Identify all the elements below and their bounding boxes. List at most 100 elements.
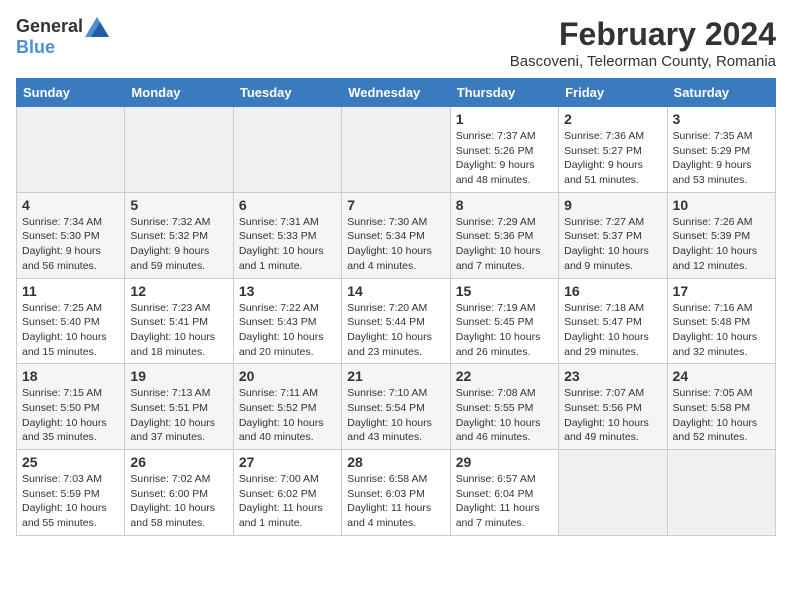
calendar-week-3: 11Sunrise: 7:25 AM Sunset: 5:40 PM Dayli… <box>17 278 776 364</box>
page-subtitle: Bascoveni, Teleorman County, Romania <box>510 53 776 70</box>
calendar-cell: 27 Sunrise: 7:00 AM Sunset: 6:02 PM Dayli… <box>233 450 341 536</box>
calendar-cell: 22 Sunrise: 7:08 AM Sunset: 5:55 PM Dayli… <box>450 364 558 450</box>
day-info: Sunrise: 7:03 AM Sunset: 5:59 PM Dayligh… <box>22 472 119 531</box>
day-number: 26 <box>130 454 227 470</box>
calendar-cell <box>342 107 450 193</box>
day-number: 28 <box>347 454 444 470</box>
calendar-table: SundayMondayTuesdayWednesdayThursdayFrid… <box>16 78 776 536</box>
calendar-cell: 3 Sunrise: 7:35 AM Sunset: 5:29 PM Daylig… <box>667 107 775 193</box>
calendar-cell: 25 Sunrise: 7:03 AM Sunset: 5:59 PM Dayli… <box>17 450 125 536</box>
calendar-header-monday: Monday <box>125 79 233 107</box>
day-info: Sunrise: 7:35 AM Sunset: 5:29 PM Dayligh… <box>673 129 770 188</box>
calendar-cell: 15 Sunrise: 7:19 AM Sunset: 5:45 PM Dayli… <box>450 278 558 364</box>
day-number: 12 <box>130 283 227 299</box>
day-info: Sunrise: 7:19 AM Sunset: 5:45 PM Dayligh… <box>456 301 553 360</box>
day-number: 15 <box>456 283 553 299</box>
calendar-cell: 17 Sunrise: 7:16 AM Sunset: 5:48 PM Dayli… <box>667 278 775 364</box>
day-number: 1 <box>456 111 553 127</box>
day-number: 8 <box>456 197 553 213</box>
calendar-week-4: 18 Sunrise: 7:15 AM Sunset: 5:50 PM Dayli… <box>17 364 776 450</box>
calendar-cell: 2Sunrise: 7:36 AM Sunset: 5:27 PM Daylig… <box>559 107 667 193</box>
day-info: Sunrise: 7:10 AM Sunset: 5:54 PM Dayligh… <box>347 386 444 445</box>
calendar-week-2: 4 Sunrise: 7:34 AM Sunset: 5:30 PM Daylig… <box>17 192 776 278</box>
day-number: 19 <box>130 368 227 384</box>
calendar-cell: 8Sunrise: 7:29 AM Sunset: 5:36 PM Daylig… <box>450 192 558 278</box>
day-info: Sunrise: 7:23 AM Sunset: 5:41 PM Dayligh… <box>130 301 227 360</box>
day-info: Sunrise: 7:13 AM Sunset: 5:51 PM Dayligh… <box>130 386 227 445</box>
header: General Blue February 2024 Bascoveni, Te… <box>16 16 776 70</box>
day-number: 17 <box>673 283 770 299</box>
calendar-cell: 9 Sunrise: 7:27 AM Sunset: 5:37 PM Daylig… <box>559 192 667 278</box>
calendar-cell: 21 Sunrise: 7:10 AM Sunset: 5:54 PM Dayli… <box>342 364 450 450</box>
calendar-cell: 13 Sunrise: 7:22 AM Sunset: 5:43 PM Dayli… <box>233 278 341 364</box>
calendar-header-thursday: Thursday <box>450 79 558 107</box>
calendar-cell <box>17 107 125 193</box>
calendar-cell: 14Sunrise: 7:20 AM Sunset: 5:44 PM Dayli… <box>342 278 450 364</box>
day-info: Sunrise: 6:58 AM Sunset: 6:03 PM Dayligh… <box>347 472 444 531</box>
day-number: 13 <box>239 283 336 299</box>
day-number: 11 <box>22 283 119 299</box>
calendar-cell: 7Sunrise: 7:30 AM Sunset: 5:34 PM Daylig… <box>342 192 450 278</box>
day-info: Sunrise: 7:32 AM Sunset: 5:32 PM Dayligh… <box>130 215 227 274</box>
calendar-cell: 6 Sunrise: 7:31 AM Sunset: 5:33 PM Daylig… <box>233 192 341 278</box>
day-number: 23 <box>564 368 661 384</box>
day-number: 10 <box>673 197 770 213</box>
day-info: Sunrise: 7:27 AM Sunset: 5:37 PM Dayligh… <box>564 215 661 274</box>
calendar-cell: 4 Sunrise: 7:34 AM Sunset: 5:30 PM Daylig… <box>17 192 125 278</box>
day-info: Sunrise: 6:57 AM Sunset: 6:04 PM Dayligh… <box>456 472 553 531</box>
calendar-cell: 29Sunrise: 6:57 AM Sunset: 6:04 PM Dayli… <box>450 450 558 536</box>
day-info: Sunrise: 7:00 AM Sunset: 6:02 PM Dayligh… <box>239 472 336 531</box>
day-info: Sunrise: 7:37 AM Sunset: 5:26 PM Dayligh… <box>456 129 553 188</box>
day-info: Sunrise: 7:22 AM Sunset: 5:43 PM Dayligh… <box>239 301 336 360</box>
day-number: 7 <box>347 197 444 213</box>
calendar-cell: 26 Sunrise: 7:02 AM Sunset: 6:00 PM Dayli… <box>125 450 233 536</box>
day-info: Sunrise: 7:08 AM Sunset: 5:55 PM Dayligh… <box>456 386 553 445</box>
day-number: 18 <box>22 368 119 384</box>
day-number: 27 <box>239 454 336 470</box>
logo: General Blue <box>16 16 109 58</box>
logo-blue: Blue <box>16 37 55 58</box>
calendar-cell: 28 Sunrise: 6:58 AM Sunset: 6:03 PM Dayli… <box>342 450 450 536</box>
day-info: Sunrise: 7:16 AM Sunset: 5:48 PM Dayligh… <box>673 301 770 360</box>
day-number: 22 <box>456 368 553 384</box>
calendar-cell: 24 Sunrise: 7:05 AM Sunset: 5:58 PM Dayli… <box>667 364 775 450</box>
day-number: 4 <box>22 197 119 213</box>
calendar-cell: 16 Sunrise: 7:18 AM Sunset: 5:47 PM Dayli… <box>559 278 667 364</box>
day-info: Sunrise: 7:02 AM Sunset: 6:00 PM Dayligh… <box>130 472 227 531</box>
calendar-header-tuesday: Tuesday <box>233 79 341 107</box>
logo-icon <box>85 17 109 37</box>
calendar-cell <box>233 107 341 193</box>
calendar-cell: 11Sunrise: 7:25 AM Sunset: 5:40 PM Dayli… <box>17 278 125 364</box>
calendar-header-saturday: Saturday <box>667 79 775 107</box>
calendar-cell: 18 Sunrise: 7:15 AM Sunset: 5:50 PM Dayli… <box>17 364 125 450</box>
calendar-cell: 5Sunrise: 7:32 AM Sunset: 5:32 PM Daylig… <box>125 192 233 278</box>
calendar-cell <box>125 107 233 193</box>
calendar-cell: 10Sunrise: 7:26 AM Sunset: 5:39 PM Dayli… <box>667 192 775 278</box>
calendar-week-5: 25 Sunrise: 7:03 AM Sunset: 5:59 PM Dayli… <box>17 450 776 536</box>
day-number: 21 <box>347 368 444 384</box>
day-info: Sunrise: 7:34 AM Sunset: 5:30 PM Dayligh… <box>22 215 119 274</box>
day-number: 3 <box>673 111 770 127</box>
day-number: 25 <box>22 454 119 470</box>
calendar-cell <box>559 450 667 536</box>
day-number: 9 <box>564 197 661 213</box>
calendar-cell: 19 Sunrise: 7:13 AM Sunset: 5:51 PM Dayli… <box>125 364 233 450</box>
calendar-header-sunday: Sunday <box>17 79 125 107</box>
logo-general: General <box>16 16 83 37</box>
day-info: Sunrise: 7:05 AM Sunset: 5:58 PM Dayligh… <box>673 386 770 445</box>
calendar-cell <box>667 450 775 536</box>
day-number: 20 <box>239 368 336 384</box>
day-info: Sunrise: 7:36 AM Sunset: 5:27 PM Dayligh… <box>564 129 661 188</box>
day-info: Sunrise: 7:20 AM Sunset: 5:44 PM Dayligh… <box>347 301 444 360</box>
day-number: 24 <box>673 368 770 384</box>
page-title: February 2024 <box>510 16 776 53</box>
day-info: Sunrise: 7:15 AM Sunset: 5:50 PM Dayligh… <box>22 386 119 445</box>
calendar-header-row: SundayMondayTuesdayWednesdayThursdayFrid… <box>17 79 776 107</box>
calendar-header-wednesday: Wednesday <box>342 79 450 107</box>
day-info: Sunrise: 7:31 AM Sunset: 5:33 PM Dayligh… <box>239 215 336 274</box>
day-info: Sunrise: 7:18 AM Sunset: 5:47 PM Dayligh… <box>564 301 661 360</box>
day-number: 16 <box>564 283 661 299</box>
title-area: February 2024 Bascoveni, Teleorman Count… <box>510 16 776 70</box>
calendar-cell: 1 Sunrise: 7:37 AM Sunset: 5:26 PM Daylig… <box>450 107 558 193</box>
day-number: 6 <box>239 197 336 213</box>
